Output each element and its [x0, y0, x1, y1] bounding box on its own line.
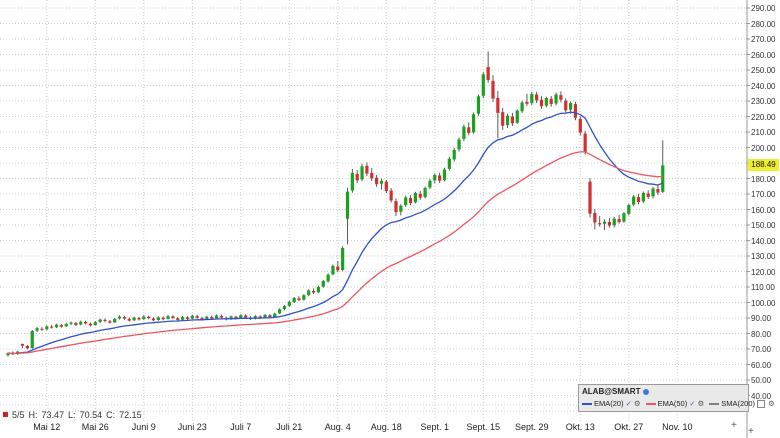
- ema20-settings-gear-icon[interactable]: ⚙: [634, 399, 641, 408]
- legend-item-ema20[interactable]: EMA(20): [594, 399, 624, 408]
- price-axis-label: 140.00: [751, 236, 776, 246]
- price-axis-label: 200.00: [751, 143, 776, 153]
- price-axis-label: 260.00: [751, 50, 776, 60]
- legend-item-ema50[interactable]: EMA(50): [658, 399, 688, 408]
- price-axis-label: 250.00: [751, 66, 776, 75]
- ema50-line-swatch: [645, 402, 656, 405]
- expand-price-axis-button[interactable]: +: [748, 427, 754, 437]
- study-legend: ALAB@SMART EMA(20) ✓ ⚙ EMA(50) ✓ ⚙ SMA(2…: [578, 384, 775, 412]
- sma200-settings-gear-icon[interactable]: ⚙: [768, 399, 775, 408]
- time-axis-label: Nov. 10: [662, 422, 693, 432]
- legend-symbol: ALAB@SMART: [582, 387, 641, 396]
- price-axis-label: 280.00: [751, 19, 776, 29]
- expand-time-axis-button[interactable]: +: [731, 421, 737, 431]
- chart-window: 290.00 280.00 270.00 260.00 250.00 240.00 230.…: [0, 0, 780, 438]
- overlay-line-EMA(50): [7, 151, 663, 355]
- price-axis-label: 220.00: [751, 112, 776, 122]
- price-axis-label: 240.00: [751, 81, 776, 91]
- ema50-checked-icon[interactable]: ✓: [689, 399, 695, 408]
- price-axis-label: 130.00: [751, 252, 776, 261]
- last-price-value: 188.49: [751, 160, 776, 170]
- ema50-settings-gear-icon[interactable]: ⚙: [698, 399, 705, 408]
- ohlc-low-label: L:: [68, 409, 76, 420]
- ohlc-low-value: 70.54: [79, 409, 103, 420]
- ohlc-readout: 5/5 H: 73.47 L: 70.54 C: 72.15: [3, 409, 142, 420]
- price-axis-label: 290.00: [751, 4, 776, 13]
- price-axis-label: 80.00: [751, 329, 772, 339]
- info-icon[interactable]: [643, 388, 650, 395]
- ohlc-close-value: 72.15: [119, 409, 142, 420]
- legend-item-sma200[interactable]: SMA(200): [721, 399, 755, 408]
- price-axis-label: 170.00: [751, 190, 776, 199]
- price-axis-label: 270.00: [751, 35, 776, 44]
- last-price-tag: 188.49: [748, 159, 779, 172]
- price-axis-label: 70.00: [751, 345, 772, 354]
- price-chart-canvas[interactable]: [0, 0, 780, 438]
- ohlc-close-label: C:: [106, 409, 116, 420]
- price-axis-label: 60.00: [751, 360, 772, 370]
- gridlines: [0, 0, 747, 422]
- price-axis-label: 230.00: [751, 97, 776, 106]
- price-axis-label: 100.00: [751, 298, 776, 308]
- candlestick-series: [6, 51, 665, 357]
- price-axis-label: 210.00: [751, 128, 776, 137]
- price-axis-label: 180.00: [751, 174, 776, 184]
- ohlc-high-label: H:: [28, 409, 38, 420]
- price-axis-label: 50.00: [751, 376, 772, 385]
- ema20-line-swatch: [582, 402, 592, 405]
- ema20-checked-icon[interactable]: ✓: [626, 399, 632, 408]
- bar-marker-icon: [3, 412, 8, 417]
- price-axis-label: 110.00: [751, 283, 775, 292]
- price-axis-label: 150.00: [751, 221, 776, 230]
- sma200-unchecked-checkbox[interactable]: [757, 399, 766, 408]
- ohlc-high-value: 73.47: [41, 409, 65, 420]
- ohlc-bar-date: 5/5: [12, 409, 25, 420]
- overlay-line-EMA(20): [7, 111, 664, 355]
- price-axis-label: 90.00: [751, 314, 772, 323]
- price-axis-label: 120.00: [751, 267, 776, 277]
- price-axis-label: 160.00: [751, 205, 776, 215]
- sma200-line-swatch: [709, 402, 720, 405]
